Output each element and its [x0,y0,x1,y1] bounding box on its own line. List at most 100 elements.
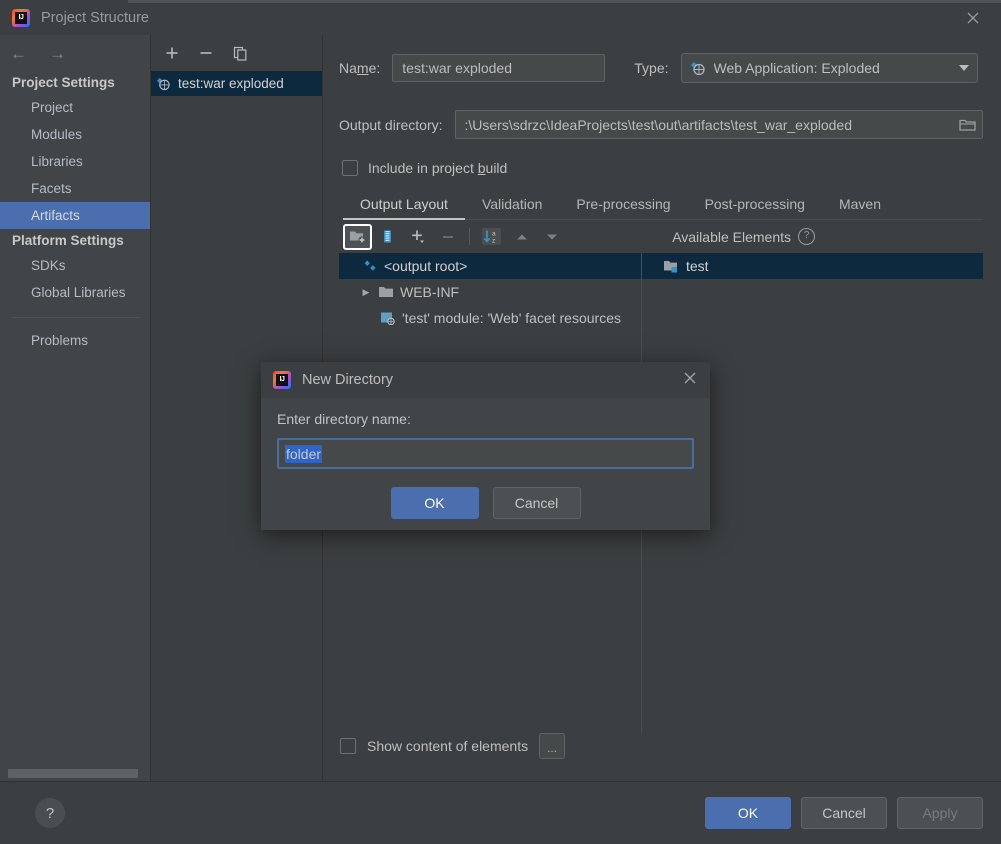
new-directory-ok-button[interactable]: OK [390,487,479,519]
remove-element-button[interactable] [434,225,461,249]
project-structure-dialog: Project Structure ← → Project Settings P… [0,0,1001,844]
add-element-button[interactable] [404,225,431,249]
move-up-button[interactable] [508,225,535,249]
show-content-label: Show content of elements [367,738,529,754]
include-in-build-checkbox[interactable] [342,160,358,176]
show-content-checkbox[interactable] [340,738,356,754]
sidebar-group-project-settings: Project Settings [12,75,115,90]
artifact-name-input[interactable] [392,54,606,82]
artifact-type-value: Web Application: Exploded [713,60,880,76]
intellij-logo-icon [273,371,291,389]
sidebar-scrollbar-thumb[interactable] [8,769,138,778]
add-artifact-icon[interactable] [165,46,179,60]
settings-sidebar: ← → Project Settings Project Modules Lib… [0,35,150,781]
sidebar-item-global-libraries[interactable]: Global Libraries [0,279,150,306]
output-directory-row: Output directory: [339,110,983,139]
sort-elements-button[interactable]: a z [478,225,505,249]
artifact-tabs: Output Layout Validation Pre-processing … [343,194,983,220]
web-facet-resources-icon [380,311,396,325]
sidebar-item-project[interactable]: Project [0,94,150,121]
cancel-button[interactable]: Cancel [801,797,887,829]
artifact-list-toolbar [151,35,322,71]
sidebar-item-modules[interactable]: Modules [0,121,150,148]
name-label: Name: [339,60,381,76]
help-button[interactable]: ? [35,798,65,828]
tree-row-label: 'test' module: 'Web' facet resources [402,310,621,326]
move-down-button[interactable] [538,225,565,249]
artifact-type-select[interactable]: Web Application: Exploded [680,53,978,83]
intellij-logo-icon [12,8,30,27]
chevron-down-icon [958,65,969,71]
sidebar-item-libraries[interactable]: Libraries [0,148,150,175]
show-content-row: Show content of elements ... [323,733,1001,781]
sidebar-divider [12,317,140,318]
toolbar-separator [469,228,470,245]
sidebar-item-sdks[interactable]: SDKs [0,252,150,279]
available-elements-help-icon[interactable]: ? [798,228,815,245]
new-directory-close-icon[interactable] [683,371,697,389]
tab-post-processing[interactable]: Post-processing [688,194,822,219]
new-directory-input[interactable]: folder [277,438,694,469]
sidebar-nav: ← → [0,35,150,71]
tree-row-label: <output root> [384,258,468,274]
sidebar-item-facets[interactable]: Facets [0,175,150,202]
title-bar: Project Structure [0,0,1001,35]
dialog-footer: ? OK Cancel Apply [0,781,1001,844]
forward-arrow-icon[interactable]: → [49,45,66,62]
output-directory-field[interactable] [454,110,983,139]
new-directory-title-bar: New Directory [261,362,710,398]
output-directory-input[interactable] [464,116,953,133]
new-directory-prompt: Enter directory name: [277,411,411,427]
tab-pre-processing[interactable]: Pre-processing [559,194,687,219]
create-directory-button[interactable] [343,223,372,250]
tree-row[interactable]: test [642,253,983,279]
sidebar-horizontal-scrollbar[interactable] [0,769,150,778]
tab-output-layout[interactable]: Output Layout [343,194,465,220]
module-output-icon [663,259,680,273]
tab-validation[interactable]: Validation [465,194,559,219]
artifact-icon [156,76,171,91]
create-archive-button[interactable] [374,225,401,249]
sidebar-group-platform-settings: Platform Settings [12,233,124,248]
browse-folder-icon[interactable] [959,117,976,132]
svg-text:z: z [492,237,495,244]
tree-row[interactable]: ▶ WEB-INF [339,279,641,305]
tree-expander-icon[interactable]: ▶ [360,287,372,298]
folder-icon [378,285,394,299]
window-close-icon[interactable] [945,0,1001,35]
new-directory-input-value: folder [285,444,323,463]
artifact-list-item-label: test:war exploded [178,76,284,91]
show-content-options-button[interactable]: ... [539,733,566,759]
include-in-build-label: Include in project build [368,160,508,176]
tree-row[interactable]: 'test' module: 'Web' facet resources [339,305,641,331]
back-arrow-icon[interactable]: ← [10,45,27,62]
title-highlight-strip [128,0,1001,3]
ok-button[interactable]: OK [705,797,791,829]
new-directory-cancel-button[interactable]: Cancel [492,487,581,519]
name-type-row: Name: Type: Web Application: Exploded [339,53,983,83]
apply-button[interactable]: Apply [897,797,983,829]
tree-row-label: WEB-INF [400,284,460,300]
tab-maven[interactable]: Maven [822,194,898,219]
sidebar-item-artifacts[interactable]: Artifacts [0,202,150,229]
new-directory-dialog: New Directory Enter directory name: fold… [261,362,710,530]
type-label: Type: [634,60,669,76]
tree-row[interactable]: <output root> [339,253,641,279]
available-elements-label: Available Elements [672,228,791,245]
artifact-list-item[interactable]: test:war exploded [151,71,322,96]
web-application-icon [690,60,706,76]
new-directory-body: Enter directory name: folder OK Cancel [261,398,710,530]
remove-artifact-icon[interactable] [199,46,213,60]
include-in-build-row[interactable]: Include in project build [342,160,983,176]
output-layout-toolbar: a z Available Elements ? [339,220,983,253]
available-elements-header: Available Elements ? [672,228,983,245]
output-directory-label: Output directory: [339,116,443,133]
artifact-output-root-icon [363,259,378,273]
copy-artifact-icon[interactable] [233,46,248,61]
window-title: Project Structure [41,9,149,26]
tree-row-label: test [686,258,709,274]
new-directory-buttons: OK Cancel [277,487,694,519]
sidebar-item-problems[interactable]: Problems [0,327,150,354]
new-directory-title: New Directory [302,372,394,388]
